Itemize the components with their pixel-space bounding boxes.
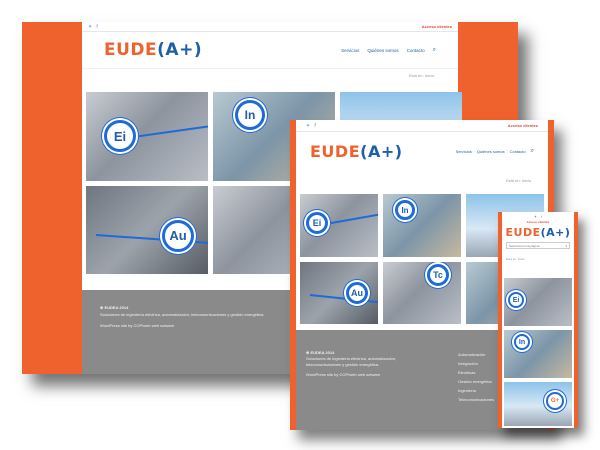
phone-page: ✦ f Acceso clientes EUDE(A+) Selecciona … [502, 212, 574, 428]
page-select-value: Selecciona una página [509, 244, 540, 248]
badge-ei: Ei [306, 212, 328, 234]
search-icon[interactable]: ⌕ [433, 46, 436, 54]
badge-in: In [235, 100, 265, 130]
search-icon[interactable]: ⌕ [531, 147, 534, 155]
badge-in: In [395, 200, 415, 220]
social-links: ✦ f [502, 212, 574, 220]
breadcrumb: Está en: Inicio [82, 68, 458, 92]
badge-g-plus: G+ [546, 392, 564, 410]
client-access-link[interactable]: Acceso clientes [422, 24, 452, 29]
tile-integracion[interactable]: In [504, 330, 572, 378]
site-logo[interactable]: EUDE(A+) [104, 40, 202, 60]
social-links: ✦ f [88, 24, 98, 30]
service-tiles: Ei In G+ [504, 278, 572, 426]
footer-brand: ⊕ EUDEA 2014 [100, 305, 129, 310]
client-access-link[interactable]: Acceso clientes [508, 123, 538, 128]
tile-automatizacion[interactable]: Au [300, 261, 378, 324]
twitter-icon[interactable]: ✦ [306, 123, 310, 129]
orange-background-right [574, 212, 578, 428]
nav-item-contacto[interactable]: Contacto [407, 48, 425, 53]
nav-item-servicios[interactable]: Servicios [341, 48, 359, 53]
tile-gestion-energetica[interactable]: G+ [504, 382, 572, 426]
main-nav: Servicios Quiénes somos Contacto ⌕ [456, 147, 534, 155]
footer-description: Soluciones de ingeniería eléctrica, auto… [100, 312, 265, 317]
header: EUDE(A+) Servicios Quiénes somos Contact… [296, 132, 548, 170]
responsive-mockup: ✦ f Acceso clientes EUDE(A+) Servicios Q… [0, 0, 600, 450]
badge-in: In [514, 334, 530, 350]
main-nav: Servicios Quiénes somos Contacto ⌕ [341, 46, 436, 54]
tile-electricas[interactable]: Ei [86, 92, 208, 181]
breadcrumb: Está en: Inicio [506, 178, 532, 183]
footer-credit[interactable]: WordPress site by COPIweb web sotware [306, 372, 411, 378]
badge-tc: Tc [427, 263, 449, 286]
tile-electricas[interactable]: Ei [504, 278, 572, 326]
breadcrumb: Está en: Inicio [506, 257, 525, 261]
tile-automatizacion[interactable]: Au [86, 185, 208, 274]
footer-credit[interactable]: WordPress site by COPIweb web sotware [100, 322, 280, 329]
connector-line [125, 120, 208, 139]
phone-screen: ✦ f Acceso clientes EUDE(A+) Selecciona … [498, 212, 578, 428]
badge-ei: Ei [508, 292, 524, 308]
site-logo[interactable]: EUDE(A+) [310, 142, 403, 161]
nav-item-contacto[interactable]: Contacto [510, 149, 526, 154]
tile-telecomunicaciones[interactable]: Tc [383, 261, 461, 324]
nav-item-quienes-somos[interactable]: Quiénes somos [367, 48, 398, 53]
chevron-down-icon: ▾ [565, 244, 567, 248]
connector-line [319, 211, 378, 226]
top-bar: ✦ f Acceso clientes [296, 120, 548, 132]
nav-item-servicios[interactable]: Servicios [456, 149, 472, 154]
header: EUDE(A+) Servicios Quiénes somos Contact… [82, 32, 458, 68]
footer-description: Soluciones de ingeniería eléctrica, auto… [306, 356, 397, 367]
top-bar: ✦ f Acceso clientes [82, 22, 458, 32]
facebook-icon[interactable]: f [541, 214, 542, 219]
nav-item-quienes-somos[interactable]: Quiénes somos [477, 149, 505, 154]
twitter-icon[interactable]: ✦ [534, 214, 537, 219]
badge-ei: Ei [104, 120, 136, 152]
tile-electricas[interactable]: Ei [300, 194, 378, 257]
social-links: ✦ f [306, 123, 316, 129]
badge-au: Au [162, 219, 194, 252]
facebook-icon[interactable]: f [314, 123, 316, 129]
tile-integracion[interactable]: In [383, 194, 461, 257]
orange-background-left [22, 22, 82, 374]
page-select[interactable]: Selecciona una página ▾ [506, 242, 570, 249]
twitter-icon[interactable]: ✦ [88, 24, 92, 30]
badge-au: Au [346, 281, 368, 304]
facebook-icon[interactable]: f [96, 24, 98, 30]
site-logo[interactable]: EUDE(A+) [502, 226, 574, 242]
